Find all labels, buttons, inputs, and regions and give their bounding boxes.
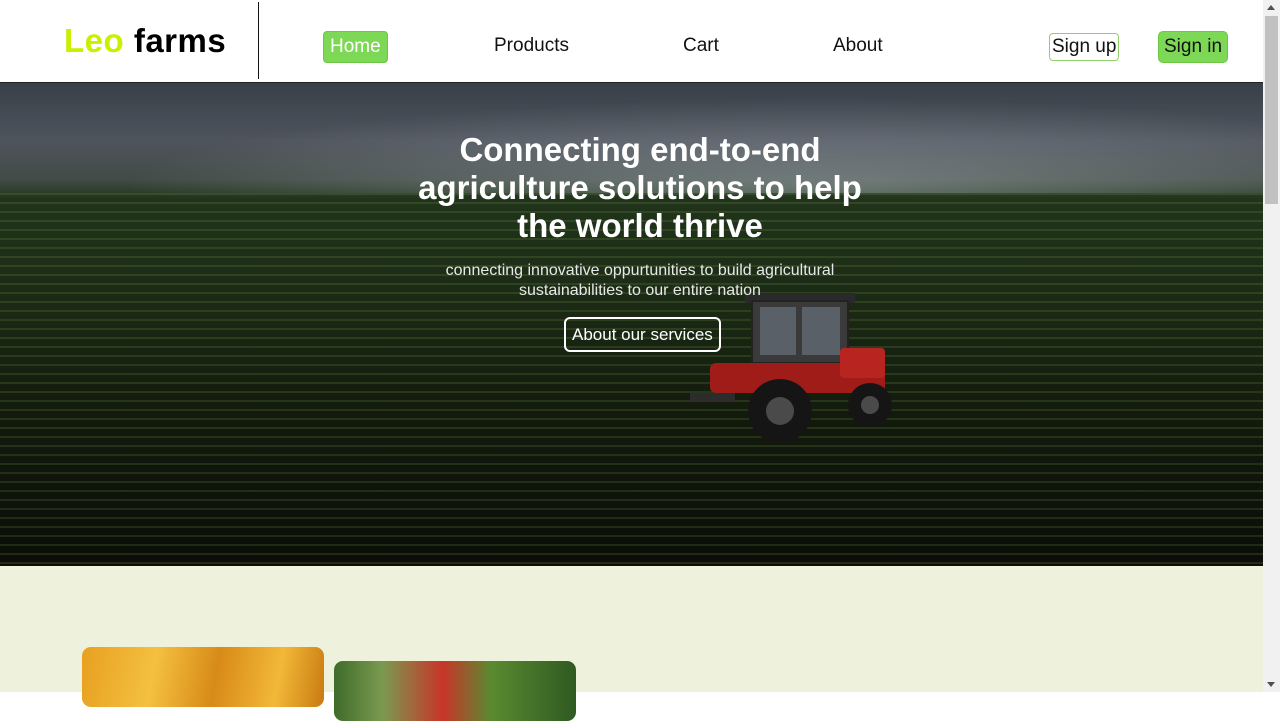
site-header: Leo farms Home Products Cart About Sign … <box>0 0 1263 83</box>
corn-product-card[interactable] <box>82 647 324 707</box>
nav-cart-link[interactable]: Cart <box>683 31 719 61</box>
page-scrollbar[interactable] <box>1263 0 1280 692</box>
about-services-button[interactable]: About our services <box>564 317 721 352</box>
scroll-thumb[interactable] <box>1265 16 1278 204</box>
header-divider <box>258 2 259 79</box>
hero-field-image <box>0 193 1263 566</box>
sign-in-button[interactable]: Sign in <box>1158 31 1229 63</box>
logo-word-farms: farms <box>133 22 227 59</box>
hero-banner: Connecting end-to-end agriculture soluti… <box>0 83 1263 566</box>
hero-heading: Connecting end-to-end agriculture soluti… <box>418 131 862 244</box>
nav-products-link[interactable]: Products <box>494 31 569 61</box>
sign-up-button[interactable]: Sign up <box>1049 33 1120 61</box>
site-logo[interactable]: Leo farms <box>64 22 226 60</box>
scroll-up-arrow-icon[interactable] <box>1267 5 1275 10</box>
vegetables-product-card[interactable] <box>334 661 576 721</box>
scroll-down-arrow-icon[interactable] <box>1267 682 1275 687</box>
logo-word-leo: Leo <box>64 22 125 59</box>
tractor-image <box>690 293 892 443</box>
hero-subtitle: connecting innovative oppurtunities to b… <box>445 262 835 299</box>
products-section <box>0 566 1263 721</box>
nav-home-link[interactable]: Home <box>323 31 388 63</box>
nav-about-link[interactable]: About <box>833 31 883 61</box>
